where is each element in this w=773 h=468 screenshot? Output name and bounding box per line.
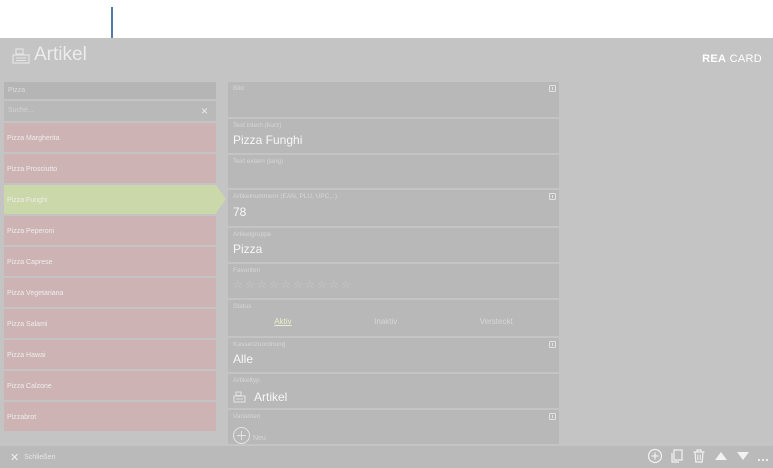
field-label: Artikelgruppe xyxy=(233,231,272,238)
list-item[interactable]: Pizza Salami xyxy=(4,309,216,338)
field-text-extern[interactable]: Text extern (lang) xyxy=(228,155,559,188)
add-variant-label: Neu xyxy=(253,435,266,442)
article-form: Bild Text intern (kurz) Pizza Funghi Tex… xyxy=(228,82,559,444)
clear-search-icon[interactable]: × xyxy=(201,104,208,118)
header: Artikel REA CARD xyxy=(0,38,773,80)
star-icon[interactable]: ☆ xyxy=(293,280,304,291)
field-kassenzuordnung[interactable]: Kassenzuordnung Alle xyxy=(228,338,559,372)
field-text-intern[interactable]: Text intern (kurz) Pizza Funghi xyxy=(228,119,559,153)
info-icon[interactable] xyxy=(549,413,556,420)
article-list: Pizza Suche... × Pizza Margherita Pizza P… xyxy=(4,82,226,444)
star-icon[interactable]: ☆ xyxy=(305,280,316,291)
close-label: Schließen xyxy=(24,454,56,461)
close-button[interactable]: ✕ Schließen xyxy=(10,451,55,464)
field-label: Kassenzuordnung xyxy=(233,341,286,348)
toolbar-actions xyxy=(647,448,769,464)
field-label: Text extern (lang) xyxy=(233,158,284,165)
close-icon: ✕ xyxy=(10,452,20,464)
star-icon[interactable]: ☆ xyxy=(341,280,352,291)
field-bild[interactable]: Bild xyxy=(228,82,559,117)
list-item[interactable]: Pizza Prosciutto xyxy=(4,154,216,183)
more-icon[interactable] xyxy=(757,448,769,464)
brand-logo: REA CARD xyxy=(702,53,762,65)
status-option[interactable]: Inaktiv xyxy=(374,317,397,326)
field-label: Favoriten xyxy=(233,267,261,274)
field-label: Artikelnummern (EAN, PLU, UPC,..) xyxy=(233,193,338,200)
list-item[interactable]: Pizza Caprese xyxy=(4,247,216,276)
field-value: Pizza Funghi xyxy=(233,133,303,147)
plus-circle-icon xyxy=(233,427,250,444)
list-item[interactable]: Pizza Calzone xyxy=(4,371,216,400)
info-icon[interactable] xyxy=(549,341,556,348)
top-margin xyxy=(0,0,773,38)
star-icon[interactable]: ☆ xyxy=(245,280,256,291)
list-item[interactable]: Pizza Hawai xyxy=(4,340,216,369)
field-artikelnummern[interactable]: Artikelnummern (EAN, PLU, UPC,..) 78 xyxy=(228,190,559,226)
star-icon[interactable]: ☆ xyxy=(257,280,268,291)
info-icon[interactable] xyxy=(549,193,556,200)
brand-bold: REA xyxy=(702,53,727,65)
info-icon[interactable] xyxy=(549,85,556,92)
status-options: Aktiv Inaktiv Versteckt xyxy=(233,317,554,326)
register-icon xyxy=(12,48,30,64)
list-items: Pizza Margherita Pizza Prosciutto Pizza Fu… xyxy=(4,123,226,431)
field-value: Artikel xyxy=(254,390,288,404)
category-header[interactable]: Pizza xyxy=(4,82,216,99)
copy-icon[interactable] xyxy=(669,448,685,464)
field-label: Varianten xyxy=(233,413,261,420)
footer-toolbar: ✕ Schließen xyxy=(0,446,773,468)
field-artikelgruppe[interactable]: Artikelgruppe Pizza xyxy=(228,228,559,262)
star-icon[interactable]: ☆ xyxy=(269,280,280,291)
brand-rest: CARD xyxy=(729,53,762,65)
star-icon[interactable]: ☆ xyxy=(329,280,340,291)
star-icon[interactable]: ☆ xyxy=(281,280,292,291)
favorite-stars: ☆ ☆ ☆ ☆ ☆ ☆ ☆ ☆ ☆ ☆ xyxy=(233,280,554,291)
field-favoriten: Favoriten ☆ ☆ ☆ ☆ ☆ ☆ ☆ ☆ ☆ ☆ xyxy=(228,264,559,298)
app-window: Artikel REA CARD Pizza Suche... × Pizza … xyxy=(0,38,773,468)
field-label: Artikeltyp xyxy=(233,377,260,384)
arrow-up-icon[interactable] xyxy=(713,448,729,464)
field-artikeltyp[interactable]: Artikeltyp Artikel xyxy=(228,374,559,408)
add-variant-button[interactable]: Neu xyxy=(233,427,554,444)
list-item[interactable]: Pizzabrot xyxy=(4,402,216,431)
list-item[interactable]: Pizza Peperoni xyxy=(4,216,216,245)
trash-icon[interactable] xyxy=(691,448,707,464)
list-item[interactable]: Pizza Margherita xyxy=(4,123,216,152)
add-circle-icon[interactable] xyxy=(647,448,663,464)
status-option[interactable]: Aktiv xyxy=(274,317,291,326)
field-label: Status xyxy=(233,303,252,310)
field-status: Status Aktiv Inaktiv Versteckt xyxy=(228,300,559,336)
field-varianten: Varianten Neu xyxy=(228,410,559,444)
list-item[interactable]: Pizza Vegetariana xyxy=(4,278,216,307)
register-icon xyxy=(233,391,246,403)
search-input[interactable]: Suche... × xyxy=(4,101,216,121)
star-icon[interactable]: ☆ xyxy=(233,280,244,291)
field-label: Bild xyxy=(233,85,244,92)
list-item[interactable]: Pizza Funghi xyxy=(4,185,226,214)
star-icon[interactable]: ☆ xyxy=(317,280,328,291)
page-title: Artikel xyxy=(34,44,87,65)
field-value: Pizza xyxy=(233,242,263,256)
search-placeholder: Suche... xyxy=(8,107,34,114)
field-value: Alle xyxy=(233,352,254,366)
field-label: Text intern (kurz) xyxy=(233,122,282,129)
status-option[interactable]: Versteckt xyxy=(480,317,513,326)
field-value: 78 xyxy=(233,205,247,219)
arrow-down-icon[interactable] xyxy=(735,448,751,464)
